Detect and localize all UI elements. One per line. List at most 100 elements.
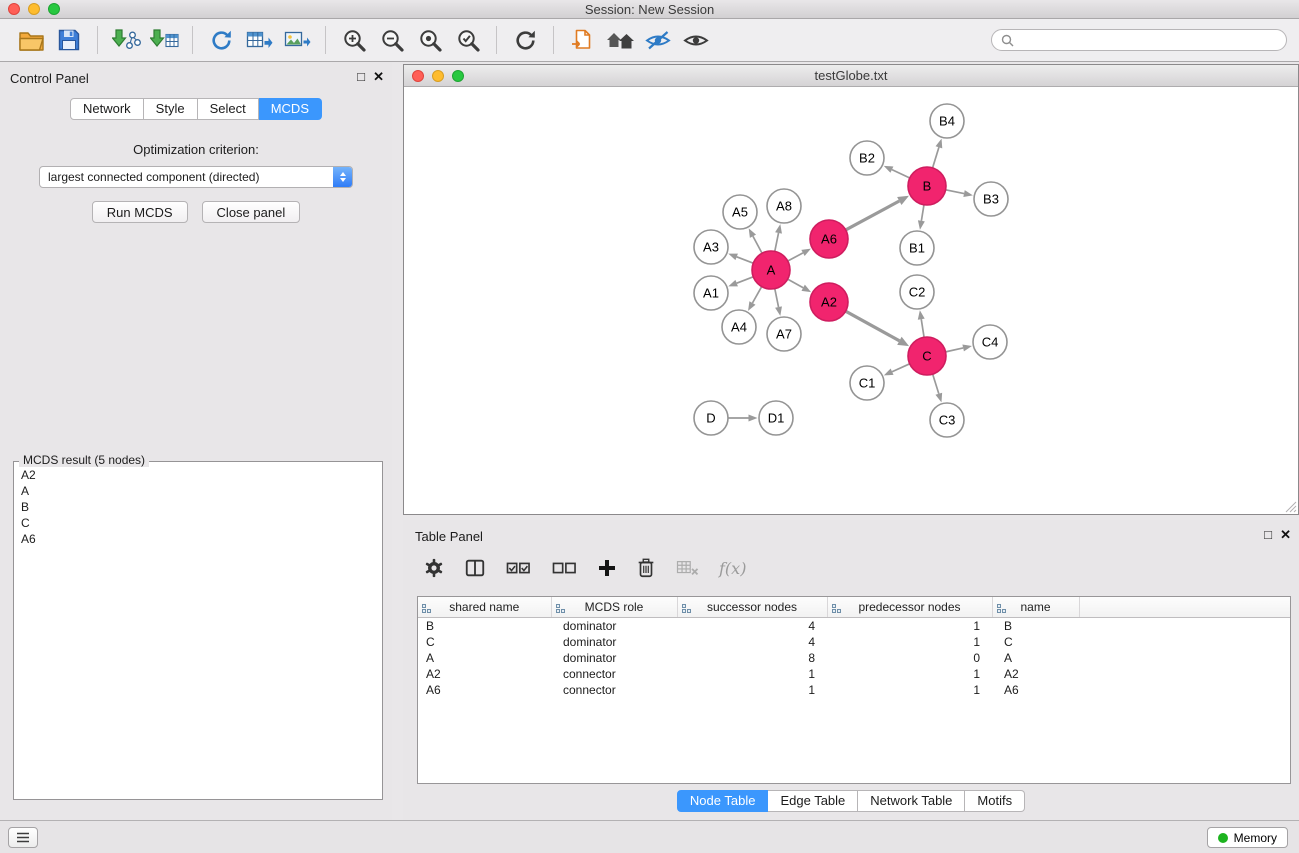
graph-node-A3[interactable]: A3	[694, 230, 728, 264]
graph-node-B[interactable]: B	[908, 167, 946, 205]
graph-edge-A-A7[interactable]	[775, 289, 779, 307]
clone-network-button[interactable]	[563, 23, 601, 57]
tab-select[interactable]: Select	[198, 98, 259, 120]
style-preview-button[interactable]	[639, 23, 677, 57]
graph-edge-B-B3[interactable]	[946, 190, 964, 194]
table-row[interactable]: Bdominator41B	[418, 617, 1290, 634]
tab-motifs[interactable]: Motifs	[965, 790, 1025, 812]
tab-network[interactable]: Network	[70, 98, 144, 120]
graph-node-C4[interactable]: C4	[973, 325, 1007, 359]
select-all-columns-button[interactable]	[505, 557, 532, 579]
graph-node-B4[interactable]: B4	[930, 104, 964, 138]
graph-node-A1[interactable]: A1	[694, 276, 728, 310]
table-cell[interactable]: 4	[677, 617, 827, 634]
graph-node-A2[interactable]: A2	[810, 283, 848, 321]
table-row[interactable]: A2connector11A2	[418, 666, 1290, 682]
export-network-button[interactable]	[202, 23, 240, 57]
table-cell[interactable]: B	[992, 617, 1079, 634]
function-builder-button[interactable]: f(x)	[719, 559, 746, 578]
graph-edge-A-A5[interactable]	[753, 236, 762, 253]
graph-node-A7[interactable]: A7	[767, 317, 801, 351]
table-cell[interactable]: dominator	[551, 634, 677, 650]
import-network-button[interactable]	[107, 23, 145, 57]
table-cell[interactable]: C	[992, 634, 1079, 650]
tab-mcds[interactable]: MCDS	[259, 98, 322, 120]
graph-edge-A-A6[interactable]	[788, 253, 803, 261]
column-header-successor-nodes[interactable]: successor nodes	[677, 597, 827, 617]
table-cell[interactable]: connector	[551, 666, 677, 682]
save-session-button[interactable]	[50, 23, 88, 57]
home-button[interactable]	[601, 23, 639, 57]
graph-edge-A-A4[interactable]	[752, 287, 761, 303]
create-column-button[interactable]	[597, 558, 617, 578]
delete-column-button[interactable]	[636, 557, 656, 579]
close-table-panel-icon[interactable]: ✕	[1280, 527, 1291, 543]
graph-node-C1[interactable]: C1	[850, 366, 884, 400]
table-cell[interactable]: A	[418, 650, 551, 666]
table-cell[interactable]: A6	[418, 682, 551, 698]
graph-node-A5[interactable]: A5	[723, 195, 757, 229]
column-header-shared-name[interactable]: shared name	[418, 597, 551, 617]
resize-grip-icon[interactable]	[1285, 501, 1297, 513]
column-header-predecessor-nodes[interactable]: predecessor nodes	[827, 597, 992, 617]
open-session-button[interactable]	[12, 23, 50, 57]
graph-node-A4[interactable]: A4	[722, 310, 756, 344]
close-network-window-button[interactable]	[412, 70, 424, 82]
table-cell[interactable]: 1	[677, 666, 827, 682]
memory-button[interactable]: Memory	[1207, 827, 1288, 848]
zoom-network-window-button[interactable]	[452, 70, 464, 82]
table-row[interactable]: Adominator80A	[418, 650, 1290, 666]
mcds-result-item[interactable]: A	[21, 483, 375, 499]
graph-edge-C-C1[interactable]	[892, 364, 910, 372]
run-mcds-button[interactable]: Run MCDS	[92, 201, 188, 223]
graph-node-C[interactable]: C	[908, 337, 946, 375]
zoom-out-button[interactable]	[373, 23, 411, 57]
float-table-panel-icon[interactable]: □	[1264, 527, 1272, 542]
tab-style[interactable]: Style	[144, 98, 198, 120]
task-history-button[interactable]	[8, 827, 38, 848]
column-header-name[interactable]: name	[992, 597, 1079, 617]
mcds-result-item[interactable]: B	[21, 499, 375, 515]
export-image-button[interactable]	[278, 23, 316, 57]
table-cell[interactable]: dominator	[551, 617, 677, 634]
graph-edge-C-C2[interactable]	[921, 319, 924, 337]
show-graphics-details-button[interactable]	[677, 23, 715, 57]
table-cell[interactable]: connector	[551, 682, 677, 698]
table-cell[interactable]: 8	[677, 650, 827, 666]
export-table-button[interactable]	[240, 23, 278, 57]
table-settings-button[interactable]	[423, 557, 445, 579]
table-cell[interactable]: C	[418, 634, 551, 650]
table-cell[interactable]: 1	[827, 634, 992, 650]
graph-node-D1[interactable]: D1	[759, 401, 793, 435]
minimize-window-button[interactable]	[28, 3, 40, 15]
network-canvas[interactable]: B4B2BB3A5A8A6B1A3AC2A1A2A4A7C4CC1C3DD1	[404, 87, 1298, 514]
graph-node-B2[interactable]: B2	[850, 141, 884, 175]
table-cell[interactable]: B	[418, 617, 551, 634]
graph-edge-B-B4[interactable]	[933, 147, 939, 168]
close-window-button[interactable]	[8, 3, 20, 15]
graph-edge-A6-B[interactable]	[846, 201, 900, 230]
deselect-all-columns-button[interactable]	[551, 557, 578, 579]
tab-network-table[interactable]: Network Table	[858, 790, 965, 812]
table-cell[interactable]: A6	[992, 682, 1079, 698]
zoom-fit-button[interactable]	[411, 23, 449, 57]
graph-node-A6[interactable]: A6	[810, 220, 848, 258]
graph-edge-A2-C[interactable]	[846, 311, 900, 341]
mcds-result-item[interactable]: A6	[21, 531, 375, 547]
table-row[interactable]: A6connector11A6	[418, 682, 1290, 698]
delete-table-button[interactable]	[675, 558, 700, 578]
table-row[interactable]: Cdominator41C	[418, 634, 1290, 650]
table-cell[interactable]: A2	[418, 666, 551, 682]
graph-edge-A-A2[interactable]	[788, 279, 804, 288]
import-table-button[interactable]	[145, 23, 183, 57]
graph-edge-B-B1[interactable]	[921, 205, 924, 221]
graph-edge-A-A3[interactable]	[737, 257, 754, 263]
table-cell[interactable]: 1	[677, 682, 827, 698]
graph-node-A8[interactable]: A8	[767, 189, 801, 223]
graph-edge-B-B2[interactable]	[892, 170, 910, 178]
close-panel-icon[interactable]: ✕	[373, 69, 384, 85]
table-cell[interactable]: 1	[827, 666, 992, 682]
close-panel-button[interactable]: Close panel	[202, 201, 301, 223]
mcds-result-item[interactable]: A2	[21, 467, 375, 483]
zoom-in-button[interactable]	[335, 23, 373, 57]
